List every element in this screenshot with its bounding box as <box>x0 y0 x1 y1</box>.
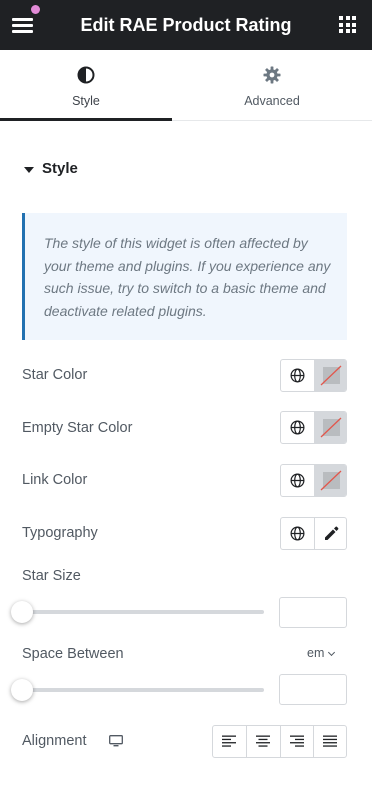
notification-dot <box>31 5 40 14</box>
star-size-slider-track[interactable] <box>22 610 264 614</box>
desktop-icon[interactable] <box>109 735 123 747</box>
link-color-picker[interactable] <box>313 465 346 496</box>
align-right-button[interactable] <box>279 726 313 757</box>
typography-label: Typography <box>22 525 98 541</box>
chevron-down-icon <box>328 648 336 657</box>
unit-label: em <box>307 646 325 660</box>
star-size-input[interactable] <box>279 597 347 628</box>
tab-style-label: Style <box>72 94 100 108</box>
globe-icon <box>290 473 305 488</box>
star-color-global-button[interactable] <box>281 360 314 391</box>
hamburger-menu-icon[interactable] <box>12 15 34 35</box>
star-color-label: Star Color <box>22 367 88 383</box>
grid-apps-icon[interactable] <box>339 16 356 33</box>
tab-advanced[interactable]: Advanced <box>172 50 372 121</box>
editor-header: Edit RAE Product Rating <box>0 0 372 50</box>
no-color-slash-icon <box>320 470 341 491</box>
alignment-label: Alignment <box>22 733 87 749</box>
pencil-icon <box>324 526 338 540</box>
align-right-icon <box>289 735 304 747</box>
space-between-slider-track[interactable] <box>22 688 264 692</box>
caret-down-icon <box>24 167 34 173</box>
globe-icon <box>290 368 305 383</box>
link-color-global-button[interactable] <box>281 465 314 496</box>
tab-advanced-label: Advanced <box>244 94 300 108</box>
unit-dropdown[interactable]: em <box>307 646 336 660</box>
align-left-icon <box>222 735 236 747</box>
typography-control <box>280 517 347 550</box>
space-between-label: Space Between <box>22 646 124 662</box>
align-center-button[interactable] <box>246 726 279 757</box>
style-notice: The style of this widget is often affect… <box>22 213 347 340</box>
star-color-picker[interactable] <box>313 360 346 391</box>
panel-title: Edit RAE Product Rating <box>80 15 292 35</box>
typography-global-button[interactable] <box>281 518 314 549</box>
section-title: Style <box>42 160 78 177</box>
gear-icon <box>263 66 281 84</box>
globe-icon <box>290 420 305 435</box>
alignment-choices <box>212 725 347 758</box>
link-color-label: Link Color <box>22 472 88 488</box>
no-color-slash-icon <box>320 365 341 386</box>
no-color-slash-icon <box>320 417 341 438</box>
empty-star-color-picker[interactable] <box>313 412 346 443</box>
align-left-button[interactable] <box>213 726 246 757</box>
star-color-control <box>280 359 347 392</box>
empty-star-color-global-button[interactable] <box>281 412 314 443</box>
space-between-input[interactable] <box>279 674 347 705</box>
globe-icon <box>290 526 305 541</box>
typography-edit-button[interactable] <box>313 518 347 549</box>
star-size-slider-handle[interactable] <box>11 601 33 623</box>
empty-star-color-label: Empty Star Color <box>22 420 133 436</box>
empty-star-color-control <box>280 411 347 444</box>
align-center-icon <box>256 735 271 747</box>
link-color-control <box>280 464 347 497</box>
space-between-slider-handle[interactable] <box>11 679 33 701</box>
star-size-label: Star Size <box>22 568 81 584</box>
panel-tabs: Style Advanced <box>0 50 372 121</box>
align-justify-button[interactable] <box>312 726 346 757</box>
contrast-half-circle-icon <box>77 66 95 84</box>
tab-style[interactable]: Style <box>0 50 172 121</box>
align-justify-icon <box>322 735 337 747</box>
